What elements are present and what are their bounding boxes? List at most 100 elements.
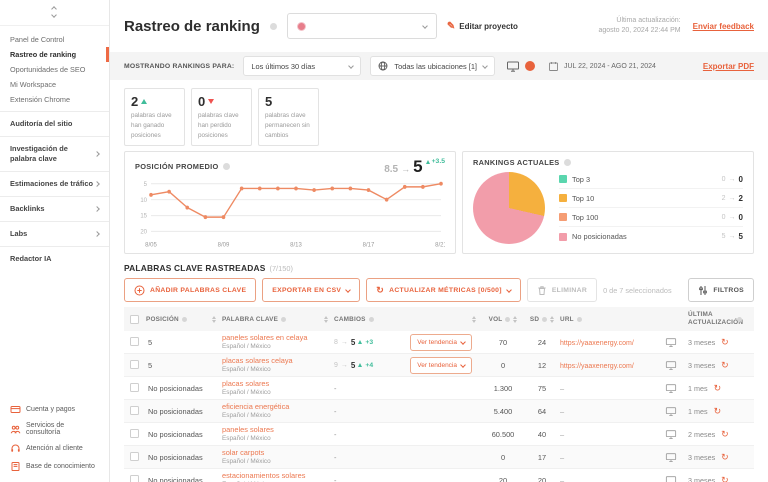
refresh-icon[interactable]: ↻ — [721, 429, 729, 439]
position-value: 5 — [148, 360, 153, 370]
locations-dropdown[interactable]: Todas las ubicaciones [1] — [370, 56, 495, 76]
sort-icon — [324, 315, 328, 323]
arrow-right-icon: → — [401, 164, 411, 174]
export-csv-button[interactable]: EXPORTAR EN CSV — [262, 278, 361, 302]
sidebar-section-backlinks[interactable]: Backlinks — [0, 195, 109, 221]
sidebar-project-selector[interactable] — [0, 0, 109, 26]
sidebar-section-auditoria[interactable]: Auditoría del sitio — [0, 111, 109, 136]
url-dash: – — [560, 475, 565, 482]
column-sd[interactable]: SD — [524, 315, 560, 323]
column-posicion[interactable]: POSICIÓN — [146, 315, 222, 323]
stat-card-gained: 2 palabras clave han ganado posiciones — [124, 88, 185, 146]
sidebar-section-estimaciones[interactable]: Estimaciones de tráfico — [0, 170, 109, 196]
add-keywords-button[interactable]: AÑADIR PALABRAS CLAVE — [124, 278, 257, 302]
refresh-icon[interactable]: ↻ — [721, 452, 729, 462]
refresh-icon[interactable]: ↻ — [721, 360, 729, 370]
sidebar-item-base-conocimiento[interactable]: Base de conocimiento — [0, 461, 109, 472]
refresh-icon[interactable]: ↻ — [714, 383, 722, 393]
sidebar-section-labs[interactable]: Labs — [0, 220, 109, 246]
table-row[interactable]: 5 placas solares celaya Español / México … — [124, 354, 754, 377]
info-icon[interactable] — [563, 159, 571, 166]
url-dash: – — [560, 406, 565, 416]
keyword-link[interactable]: eficiencia energética — [222, 402, 334, 412]
stat-card-unchanged: 5 palabras clave permanecen sin cambios — [258, 88, 319, 146]
info-icon[interactable] — [269, 22, 277, 30]
column-cambios[interactable]: CAMBIOS — [334, 315, 482, 323]
table-row[interactable]: No posicionadas solar carpots Español / M… — [124, 446, 754, 469]
sidebar-item-panel-de-control[interactable]: Panel de Control — [0, 32, 109, 47]
refresh-icon[interactable]: ↻ — [714, 406, 722, 416]
sidebar-item-servicios-consultoria[interactable]: Servicios de consultoría — [0, 422, 109, 436]
row-checkbox[interactable] — [130, 336, 139, 346]
keyword-link[interactable]: placas solares — [222, 379, 334, 389]
table-row[interactable]: No posicionadas eficiencia energética Esp… — [124, 400, 754, 423]
period-dropdown[interactable]: Los últimos 30 días — [243, 56, 362, 76]
date-range-picker[interactable]: JUL 22, 2024 - AGO 21, 2024 — [548, 61, 656, 72]
keyword-link[interactable]: placas solares celaya — [222, 356, 334, 366]
trend-button[interactable]: Ver tendencia — [410, 333, 472, 351]
edit-project-button[interactable]: ✎ Editar proyecto — [447, 21, 518, 32]
info-icon[interactable] — [222, 163, 230, 170]
table-row[interactable]: No posicionadas placas solares Español / … — [124, 377, 754, 400]
up-triangle-icon — [141, 99, 148, 104]
desktop-icon — [665, 429, 677, 439]
row-checkbox[interactable] — [130, 405, 139, 415]
chevron-down-icon — [505, 287, 512, 293]
sidebar-item-mi-workspace[interactable]: Mi Workspace — [0, 77, 109, 92]
keyword-link[interactable]: solar carpots — [222, 448, 334, 458]
table-row[interactable]: No posicionadas paneles solares Español /… — [124, 423, 754, 446]
select-all-checkbox[interactable] — [130, 314, 139, 324]
trend-button[interactable]: Ver tendencia — [410, 356, 472, 374]
top100-swatch — [559, 213, 567, 221]
row-checkbox[interactable] — [130, 382, 139, 392]
sidebar-item-atencion-cliente[interactable]: Atención al cliente — [0, 443, 109, 454]
position-value: No posicionadas — [148, 429, 203, 439]
updated-value: 1 mes — [688, 406, 708, 416]
position-value: No posicionadas — [148, 452, 203, 462]
sidebar-item-extension-chrome[interactable]: Extensión Chrome — [0, 92, 109, 107]
table-row[interactable]: No posicionadas estacionamientos solares… — [124, 469, 754, 482]
project-dropdown[interactable] — [286, 13, 437, 39]
sidebar-item-oportunidades-seo[interactable]: Oportunidades de SEO — [0, 62, 109, 77]
keyword-link[interactable]: estacionamientos solares — [222, 471, 334, 481]
refresh-icon[interactable]: ↻ — [721, 475, 729, 482]
keyword-locale: Español / México — [222, 434, 271, 442]
keyword-cell: placas solares celaya Español / México — [222, 356, 334, 374]
sidebar-item-rastreo-de-ranking[interactable]: Rastreo de ranking — [0, 47, 109, 62]
device-toggle[interactable] — [506, 60, 535, 73]
feedback-link[interactable]: Enviar feedback — [693, 22, 754, 31]
row-checkbox[interactable] — [130, 451, 139, 461]
delete-button[interactable]: ELIMINAR — [526, 278, 598, 302]
export-pdf-link[interactable]: Exportar PDF — [703, 62, 754, 71]
mobile-device-dot-icon[interactable] — [524, 61, 535, 71]
average-position-line-chart[interactable]: 5 10 15 20 8/05 8/09 8/13 8/17 8/21 — [135, 175, 447, 251]
rankings-legend: Top 3 0 → 0 Top 10 2 → 2 Top 100 0 → 0 N… — [559, 170, 743, 246]
keyword-link[interactable]: paneles solares en celaya — [222, 333, 334, 343]
update-metrics-button[interactable]: ↻ ACTUALIZAR MÉTRICAS [0/500] — [366, 278, 521, 302]
row-checkbox[interactable] — [130, 359, 139, 369]
sidebar-item-cuenta-pagos[interactable]: Cuenta y pagos — [0, 404, 109, 415]
column-ultima-actualizacion[interactable]: ÚLTIMA ACTUALIZACIÓN — [688, 311, 754, 326]
sidebar-section-redactor-ia[interactable]: Redactor IA — [0, 245, 109, 271]
filters-button[interactable]: FILTROS — [688, 278, 754, 302]
svg-text:8/09: 8/09 — [218, 241, 230, 248]
top3-swatch — [559, 175, 567, 183]
url-link[interactable]: https://yaaxenergy.com/ — [560, 363, 634, 370]
column-vol[interactable]: VOL — [482, 315, 524, 323]
people-icon — [10, 425, 21, 433]
keyword-link[interactable]: paneles solares — [222, 425, 334, 435]
column-palabra-clave[interactable]: PALABRA CLAVE — [222, 315, 334, 323]
url-link[interactable]: https://yaaxenergy.com/ — [560, 340, 634, 347]
row-checkbox[interactable] — [130, 474, 139, 482]
refresh-icon[interactable]: ↻ — [721, 337, 729, 347]
table-count: (7/150) — [269, 264, 293, 273]
sd-value: 17 — [537, 452, 547, 462]
row-checkbox[interactable] — [130, 428, 139, 438]
table-title: PALABRAS CLAVE RASTREADAS — [124, 263, 266, 273]
rankings-pie-chart[interactable] — [473, 172, 545, 244]
column-url[interactable]: URL — [560, 316, 654, 323]
table-row[interactable]: 5 paneles solares en celaya Español / Méx… — [124, 331, 754, 354]
sidebar-section-investigacion[interactable]: Investigación de palabra clave — [0, 135, 109, 171]
page-header: Rastreo de ranking ✎ Editar proyecto Últ… — [110, 0, 768, 52]
change-dash: - — [334, 406, 337, 416]
